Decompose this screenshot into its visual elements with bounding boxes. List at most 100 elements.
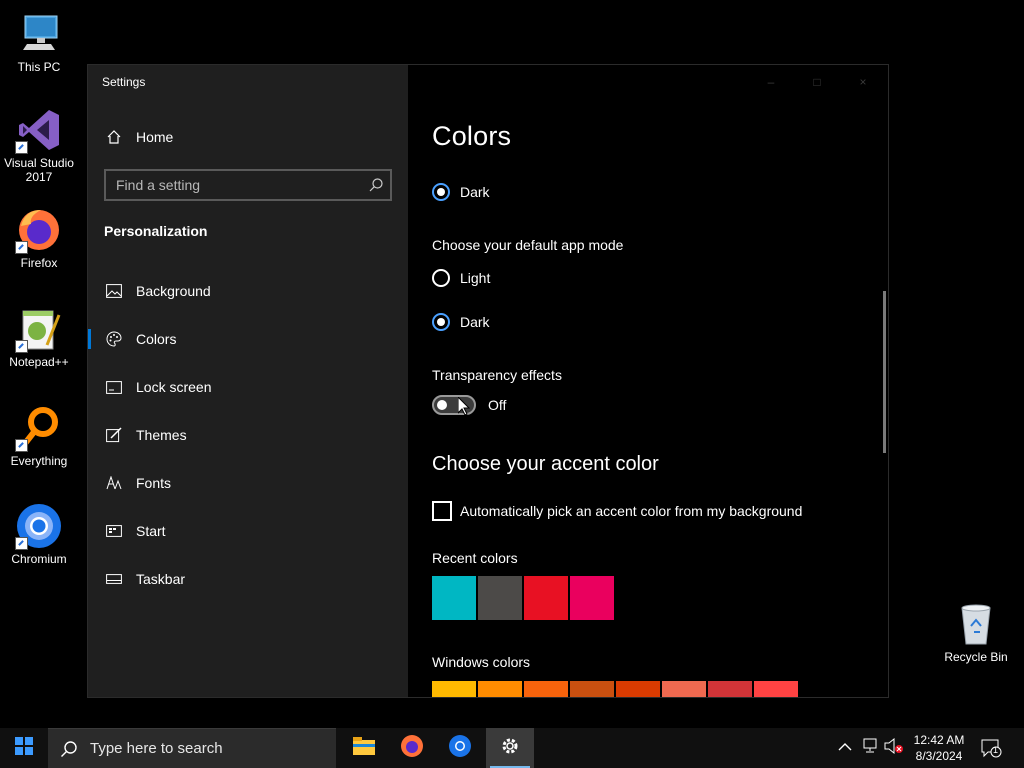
- taskbar-clock[interactable]: 12:42 AM 8/3/2024: [906, 732, 972, 764]
- sidebar-item-fonts[interactable]: Fonts: [88, 463, 408, 503]
- windows-mode-dark-radio[interactable]: Dark: [432, 183, 490, 201]
- toggle-knob: [437, 400, 447, 410]
- firefox-icon: [400, 734, 424, 763]
- close-button[interactable]: ×: [856, 75, 870, 89]
- mouse-cursor-icon: [457, 395, 471, 416]
- windows-color-swatch[interactable]: [432, 681, 476, 697]
- chromium-icon: [15, 502, 63, 550]
- volume-muted-icon: [884, 737, 904, 759]
- action-center-button[interactable]: 1: [980, 738, 1002, 758]
- taskbar-firefox[interactable]: [388, 728, 436, 768]
- desktop-icon-recycle-bin[interactable]: Recycle Bin: [940, 602, 1012, 664]
- taskbar-chromium[interactable]: [436, 728, 484, 768]
- radio-label: Dark: [460, 314, 490, 330]
- gear-icon: [499, 735, 521, 762]
- sidebar-item-label: Taskbar: [136, 571, 186, 587]
- sidebar-item-colors[interactable]: Colors: [88, 319, 408, 359]
- page-title: Colors: [432, 121, 512, 151]
- fonts-icon: [106, 475, 122, 491]
- brush-icon: [106, 427, 122, 443]
- minimize-button[interactable]: –: [764, 75, 778, 89]
- recent-color-swatch[interactable]: [524, 576, 568, 620]
- find-setting-input[interactable]: [106, 171, 366, 199]
- settings-window: Settings Home Personalization Background…: [87, 64, 889, 698]
- volume-tray-icon[interactable]: [884, 728, 904, 768]
- content-scrollbar[interactable]: [883, 291, 886, 453]
- settings-nav-pane: Settings Home Personalization Background…: [88, 65, 408, 697]
- app-mode-light-radio[interactable]: Light: [432, 269, 490, 287]
- desktop-icon-everything[interactable]: Everything: [0, 404, 78, 468]
- desktop-icon-notepad-plus-plus[interactable]: Notepad++: [0, 305, 78, 369]
- nav-home[interactable]: Home: [104, 129, 173, 145]
- windows-color-swatch[interactable]: [570, 681, 614, 697]
- network-tray-icon[interactable]: [862, 728, 880, 768]
- windows-color-swatch[interactable]: [524, 681, 568, 697]
- notification-icon: [981, 739, 1002, 758]
- picture-icon: [106, 283, 122, 299]
- sidebar-item-label: Lock screen: [136, 379, 212, 395]
- taskbar-settings[interactable]: [486, 728, 534, 768]
- sidebar-item-background[interactable]: Background: [88, 271, 408, 311]
- search-icon: [368, 177, 384, 193]
- file-explorer-icon: [353, 736, 375, 760]
- accent-color-heading: Choose your accent color: [432, 453, 659, 475]
- taskbar-search-placeholder: Type here to search: [90, 740, 223, 757]
- desktop-icon-chromium[interactable]: Chromium: [0, 502, 78, 566]
- chevron-up-icon: [838, 739, 852, 757]
- chromium-icon: [448, 734, 472, 763]
- desktop-icon-firefox[interactable]: Firefox: [0, 206, 78, 270]
- windows-color-swatch[interactable]: [708, 681, 752, 697]
- auto-accent-checkbox[interactable]: [432, 501, 452, 521]
- recent-color-swatch[interactable]: [570, 576, 614, 620]
- section-title-personalization: Personalization: [104, 223, 208, 239]
- windows-color-swatch[interactable]: [478, 681, 522, 697]
- radio-label: Dark: [460, 184, 490, 200]
- everything-search-icon: [15, 404, 63, 452]
- network-icon: [862, 738, 880, 759]
- desktop-icon-visual-studio[interactable]: Visual Studio 2017: [0, 106, 78, 184]
- taskbar-file-explorer[interactable]: [340, 728, 388, 768]
- notification-count: 1: [993, 745, 999, 755]
- radio-button[interactable]: [432, 269, 450, 287]
- nav-home-label: Home: [136, 129, 174, 145]
- recent-color-swatch[interactable]: [478, 576, 522, 620]
- home-icon: [106, 129, 122, 145]
- auto-accent-label: Automatically pick an accent color from …: [460, 503, 803, 519]
- sidebar-item-themes[interactable]: Themes: [88, 415, 408, 455]
- taskbar-search-box[interactable]: Type here to search: [48, 728, 336, 768]
- maximize-button[interactable]: □: [810, 75, 824, 89]
- clock-date: 8/3/2024: [915, 749, 963, 763]
- sidebar-item-start[interactable]: Start: [88, 511, 408, 551]
- transparency-heading: Transparency effects: [432, 367, 562, 383]
- radio-button[interactable]: [432, 183, 450, 201]
- transparency-state: Off: [488, 397, 507, 413]
- search-icon: [60, 740, 78, 758]
- windows-colors-heading: Windows colors: [432, 654, 531, 670]
- clock-time: 12:42 AM: [913, 733, 965, 747]
- radio-button[interactable]: [432, 313, 450, 331]
- show-hidden-icons-button[interactable]: [838, 728, 852, 768]
- windows-color-swatch[interactable]: [662, 681, 706, 697]
- sidebar-item-label: Themes: [136, 427, 187, 443]
- recycle-bin-icon: [954, 602, 998, 646]
- recycle-bin-label: Recycle Bin: [944, 650, 1008, 664]
- start-button[interactable]: [0, 728, 48, 768]
- window-title: Settings: [102, 75, 146, 89]
- recent-color-swatch[interactable]: [432, 576, 476, 620]
- palette-icon: [106, 331, 122, 347]
- notepad-plus-plus-icon: [15, 305, 63, 353]
- app-mode-dark-radio[interactable]: Dark: [432, 313, 490, 331]
- windows-color-swatch[interactable]: [616, 681, 660, 697]
- sidebar-item-taskbar[interactable]: Taskbar: [88, 559, 408, 599]
- find-setting-box[interactable]: [104, 169, 392, 201]
- sidebar-item-label: Fonts: [136, 475, 172, 491]
- windows-logo-icon: [15, 736, 33, 760]
- firefox-icon: [15, 206, 63, 254]
- computer-icon: [15, 10, 63, 58]
- app-mode-heading: Choose your default app mode: [432, 237, 624, 253]
- sidebar-item-label: Start: [136, 523, 166, 539]
- desktop-icon-this-pc[interactable]: This PC: [0, 10, 78, 74]
- sidebar-item-lock-screen[interactable]: Lock screen: [88, 367, 408, 407]
- radio-label: Light: [460, 270, 491, 286]
- windows-color-swatch[interactable]: [754, 681, 798, 697]
